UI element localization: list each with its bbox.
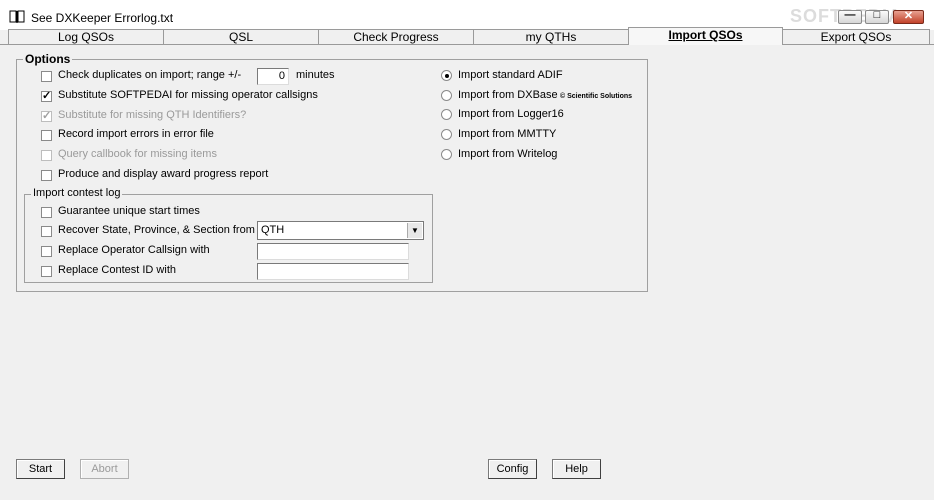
writelog-label: Import from Writelog <box>458 148 558 160</box>
dxbase-label: Import from DXBase <box>458 89 558 101</box>
substitute-callsign-label: Substitute SOFTPEDAI for missing operato… <box>58 89 318 101</box>
recover-source-select[interactable]: QTH ▼ <box>257 221 424 240</box>
radio-writelog[interactable] <box>441 149 452 160</box>
help-button[interactable]: Help <box>552 459 601 479</box>
replace-contest-id-input[interactable] <box>257 263 409 280</box>
query-callbook-checkbox[interactable] <box>41 150 52 161</box>
record-errors-label: Record import errors in error file <box>58 128 214 140</box>
minimize-button[interactable]: — <box>838 9 862 24</box>
check-duplicates-checkbox[interactable] <box>41 71 52 82</box>
book-icon <box>9 10 25 23</box>
unique-times-label: Guarantee unique start times <box>58 205 200 217</box>
tab-check-progress[interactable]: Check Progress <box>318 29 474 44</box>
recover-state-label: Recover State, Province, & Section from <box>58 224 255 236</box>
replace-operator-checkbox[interactable] <box>41 246 52 257</box>
substitute-qth-label: Substitute for missing QTH Identifiers? <box>58 109 247 121</box>
title-bar: See DXKeeper Errorlog.txt SOFTPEDIA — □ … <box>0 0 934 30</box>
maximize-icon: □ <box>873 9 881 21</box>
award-progress-checkbox[interactable] <box>41 170 52 181</box>
tab-qsl[interactable]: QSL <box>163 29 319 44</box>
radio-standard-adif[interactable] <box>441 70 452 81</box>
minimize-icon: — <box>844 9 856 21</box>
close-icon: ✕ <box>903 10 914 22</box>
replace-operator-label: Replace Operator Callsign with <box>58 244 210 256</box>
standard-adif-label: Import standard ADIF <box>458 69 563 81</box>
replace-contest-id-label: Replace Contest ID with <box>58 264 176 276</box>
radio-mmtty[interactable] <box>441 129 452 140</box>
tab-my-qths[interactable]: my QTHs <box>473 29 629 44</box>
recover-source-value: QTH <box>261 224 285 236</box>
replace-contest-id-checkbox[interactable] <box>41 266 52 277</box>
contest-group: Import contest log Guarantee unique star… <box>24 187 433 283</box>
options-legend: Options <box>23 52 73 66</box>
chevron-down-icon[interactable]: ▼ <box>407 223 422 238</box>
start-button[interactable]: Start <box>16 459 65 479</box>
record-errors-checkbox[interactable] <box>41 130 52 141</box>
tab-export-qsos[interactable]: Export QSOs <box>782 29 930 44</box>
check-duplicates-label: Check duplicates on import; range +/- <box>58 69 242 81</box>
abort-button[interactable]: Abort <box>80 459 129 479</box>
substitute-callsign-checkbox[interactable] <box>41 89 52 102</box>
minutes-label: minutes <box>296 69 335 81</box>
maximize-button[interactable]: □ <box>865 9 889 24</box>
logger16-label: Import from Logger16 <box>458 108 564 120</box>
substitute-qth-checkbox[interactable] <box>41 109 52 122</box>
tab-import-qsos[interactable]: Import QSOs <box>628 27 783 45</box>
award-progress-label: Produce and display award progress repor… <box>58 168 269 180</box>
options-group: Options Check duplicates on import; rang… <box>16 52 648 292</box>
unique-times-checkbox[interactable] <box>41 207 52 218</box>
query-callbook-label: Query callbook for missing items <box>58 148 217 160</box>
radio-logger16[interactable] <box>441 109 452 120</box>
tab-panel-border <box>0 44 934 45</box>
dxbase-credit: © Scientific Solutions <box>560 93 633 100</box>
recover-state-checkbox[interactable] <box>41 226 52 237</box>
radio-dxbase[interactable] <box>441 90 452 101</box>
contest-legend: Import contest log <box>31 187 123 199</box>
config-button[interactable]: Config <box>488 459 537 479</box>
duplicate-range-input[interactable]: 0 <box>257 68 289 85</box>
tab-log-qsos[interactable]: Log QSOs <box>8 29 164 44</box>
close-button[interactable]: ✕ <box>893 10 924 24</box>
window-title: See DXKeeper Errorlog.txt <box>31 11 174 25</box>
replace-operator-input[interactable] <box>257 243 409 260</box>
mmtty-label: Import from MMTTY <box>458 128 557 140</box>
